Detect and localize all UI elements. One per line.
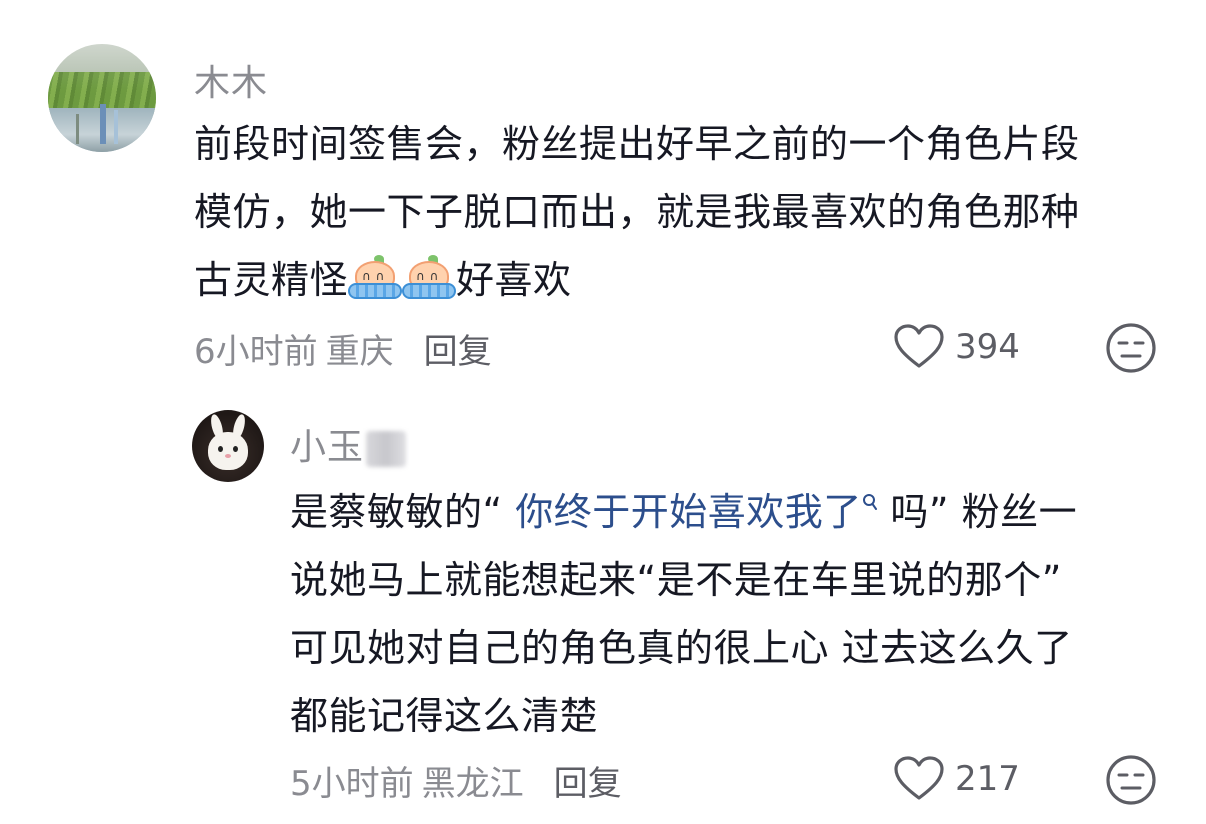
comment-meta: 5小时前 黑龙江 回复 (290, 756, 622, 805)
avatar-detail (233, 446, 238, 452)
comment-line: 可见她对自己的角色真的很上心 过去这么久了 (290, 626, 1073, 670)
like-button[interactable]: 394 (893, 324, 1020, 370)
crying-emoji-icon: ∩ ∩ (402, 255, 457, 301)
comment-line: 都能记得这么清楚 (290, 694, 599, 738)
comment-line: 古灵精怪 ∩ ∩ ∩ ∩ 好喜欢 (194, 246, 1080, 314)
reply-username[interactable]: 小玉 (290, 418, 407, 470)
crying-emoji-icon: ∩ ∩ (348, 255, 403, 301)
avatar-grass (48, 72, 156, 108)
avatar-detail (218, 446, 223, 452)
comment-line: 说她马上就能想起来“是不是在车里说的那个” (290, 558, 1062, 602)
avatar-detail (208, 432, 248, 470)
username-blur (366, 431, 407, 467)
comment-time: 5小时前 (290, 764, 414, 804)
search-link[interactable]: 你终于开始喜欢我了 (515, 490, 862, 534)
comment-text: 吗” 粉丝一 (877, 490, 1078, 534)
reply-button[interactable]: 回复 (424, 332, 492, 372)
heart-icon (894, 756, 944, 800)
avatar[interactable] (48, 44, 156, 152)
comment-time: 6小时前 (194, 332, 318, 372)
comment-location: 重庆 (325, 332, 394, 372)
avatar-detail (76, 114, 79, 144)
comment-text: 古灵精怪 (194, 258, 349, 302)
comment-line: 前段时间签售会，粉丝提出好早之前的一个角色片段 (194, 122, 1080, 166)
reply-body: 是蔡敏敏的“ 你终于开始喜欢我了 吗” 粉丝一 说她马上就能想起来“是不是在车里… (290, 478, 1077, 750)
avatar-detail (114, 110, 118, 144)
comment-line: 模仿，她一下子脱口而出，就是我最喜欢的角色那种 (194, 190, 1080, 234)
comment-username[interactable]: 木木 (194, 54, 268, 106)
search-icon[interactable] (862, 493, 878, 511)
avatar-detail (100, 104, 106, 144)
comment-location: 黑龙江 (421, 764, 524, 804)
comment-line: 是蔡敏敏的“ 你终于开始喜欢我了 吗” 粉丝一 (290, 478, 1077, 546)
comment-body: 前段时间签售会，粉丝提出好早之前的一个角色片段 模仿，她一下子脱口而出，就是我最… (194, 110, 1080, 314)
dislike-icon[interactable] (1104, 321, 1158, 375)
avatar[interactable] (192, 410, 264, 482)
heart-icon (894, 324, 944, 368)
comment-text: 是蔡敏敏的“ (290, 490, 516, 534)
comment-meta: 6小时前 重庆 回复 (194, 324, 492, 373)
dislike-icon[interactable] (1104, 753, 1158, 807)
like-count: 217 (955, 759, 1020, 799)
reply-button[interactable]: 回复 (554, 764, 622, 804)
like-button[interactable]: 217 (893, 756, 1020, 802)
comment-text: 好喜欢 (456, 258, 572, 302)
avatar-detail (225, 454, 231, 458)
reply-username-text: 小玉 (290, 427, 365, 468)
like-count: 394 (955, 327, 1020, 367)
